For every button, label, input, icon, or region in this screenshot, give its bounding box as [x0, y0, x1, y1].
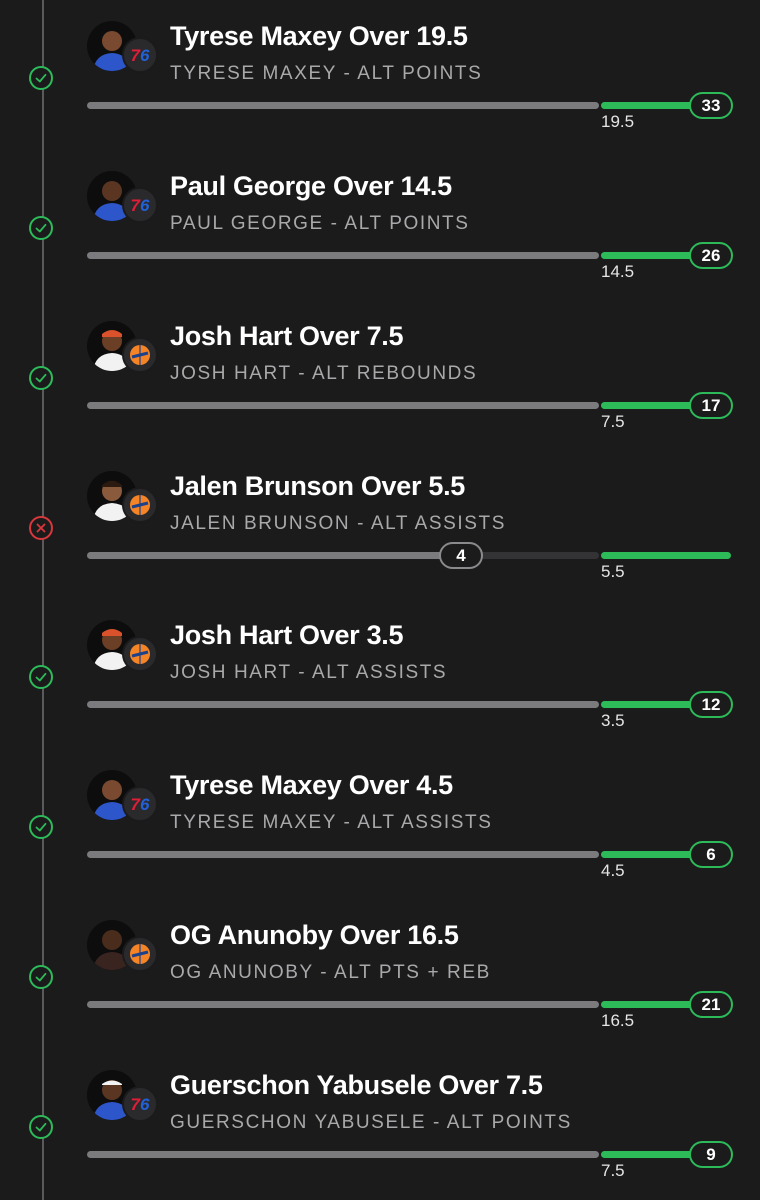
leg-title: Tyrese Maxey Over 4.5 [170, 770, 453, 800]
leg-title: Josh Hart Over 3.5 [170, 620, 404, 650]
knicks-logo-icon [122, 487, 158, 523]
knicks-logo-icon [122, 337, 158, 373]
parlay-leg[interactable]: 76 Tyrese Maxey Over 19.5 TYRESE MAXEY -… [0, 0, 760, 150]
svg-text:76: 76 [131, 795, 150, 814]
check-circle-icon [29, 815, 53, 839]
parlay-leg[interactable]: Jalen Brunson Over 5.5 JALEN BRUNSON - A… [0, 450, 760, 600]
leg-subtitle: PAUL GEORGE - ALT POINTS [170, 213, 470, 234]
leg-title: Josh Hart Over 7.5 [170, 321, 404, 351]
sixers-logo-icon: 76 [122, 187, 158, 223]
leg-subtitle: JOSH HART - ALT ASSISTS [170, 662, 448, 683]
parlay-leg[interactable]: 76 Guerschon Yabusele Over 7.5 GUERSCHON… [0, 1049, 760, 1199]
line-marker [601, 552, 731, 559]
parlay-leg[interactable]: Josh Hart Over 7.5 JOSH HART - ALT REBOU… [0, 300, 760, 450]
progress-track [87, 701, 599, 708]
progress-track [87, 1001, 599, 1008]
knicks-logo-icon [122, 636, 158, 672]
leg-title: OG Anunoby Over 16.5 [170, 920, 459, 950]
x-circle-icon [29, 516, 53, 540]
check-circle-icon [29, 1115, 53, 1139]
leg-subtitle: OG ANUNOBY - ALT PTS + REB [170, 962, 491, 983]
actual-stat-pill: 26 [689, 242, 733, 269]
parlay-leg[interactable]: 76 Paul George Over 14.5 PAUL GEORGE - A… [0, 150, 760, 300]
check-circle-icon [29, 366, 53, 390]
leg-subtitle: TYRESE MAXEY - ALT POINTS [170, 63, 483, 84]
parlay-leg[interactable]: OG Anunoby Over 16.5 OG ANUNOBY - ALT PT… [0, 899, 760, 1049]
leg-subtitle: JOSH HART - ALT REBOUNDS [170, 363, 478, 384]
line-value: 5.5 [601, 562, 625, 581]
leg-title: Guerschon Yabusele Over 7.5 [170, 1070, 543, 1100]
progress-track [87, 402, 599, 409]
line-value: 16.5 [601, 1011, 635, 1030]
progress-fill [601, 1151, 697, 1158]
actual-stat-pill: 12 [689, 691, 733, 718]
progress-fill [601, 1001, 697, 1008]
actual-stat-pill: 17 [689, 392, 733, 419]
leg-title: Jalen Brunson Over 5.5 [170, 471, 466, 501]
progress-fill [601, 402, 697, 409]
actual-stat-pill: 9 [689, 1141, 733, 1168]
progress-track [87, 102, 599, 109]
progress-fill [601, 102, 697, 109]
leg-title: Tyrese Maxey Over 19.5 [170, 21, 468, 51]
line-value: 7.5 [601, 412, 625, 431]
svg-text:76: 76 [131, 46, 150, 65]
actual-stat-pill: 6 [689, 841, 733, 868]
line-value: 4.5 [601, 861, 625, 880]
progress-fill [87, 552, 457, 559]
progress-fill [601, 851, 697, 858]
svg-text:76: 76 [131, 1095, 150, 1114]
check-circle-icon [29, 965, 53, 989]
check-circle-icon [29, 665, 53, 689]
knicks-logo-icon [122, 936, 158, 972]
svg-text:76: 76 [131, 196, 150, 215]
progress-fill [601, 252, 697, 259]
leg-subtitle: JALEN BRUNSON - ALT ASSISTS [170, 513, 507, 534]
check-circle-icon [29, 66, 53, 90]
progress-track [87, 252, 599, 259]
check-circle-icon [29, 216, 53, 240]
sixers-logo-icon: 76 [122, 37, 158, 73]
line-value: 3.5 [601, 711, 625, 730]
sixers-logo-icon: 76 [122, 1086, 158, 1122]
line-value: 19.5 [601, 112, 635, 131]
progress-fill [601, 701, 697, 708]
parlay-leg[interactable]: 76 Tyrese Maxey Over 4.5 TYRESE MAXEY - … [0, 749, 760, 899]
leg-title: Paul George Over 14.5 [170, 171, 452, 201]
parlay-leg[interactable]: Josh Hart Over 3.5 JOSH HART - ALT ASSIS… [0, 599, 760, 749]
actual-stat-pill: 4 [439, 542, 483, 569]
progress-track [87, 851, 599, 858]
line-value: 7.5 [601, 1161, 625, 1180]
leg-subtitle: TYRESE MAXEY - ALT ASSISTS [170, 812, 493, 833]
sixers-logo-icon: 76 [122, 786, 158, 822]
actual-stat-pill: 21 [689, 991, 733, 1018]
progress-track [87, 1151, 599, 1158]
line-value: 14.5 [601, 262, 635, 281]
actual-stat-pill: 33 [689, 92, 733, 119]
leg-subtitle: GUERSCHON YABUSELE - ALT POINTS [170, 1112, 572, 1133]
